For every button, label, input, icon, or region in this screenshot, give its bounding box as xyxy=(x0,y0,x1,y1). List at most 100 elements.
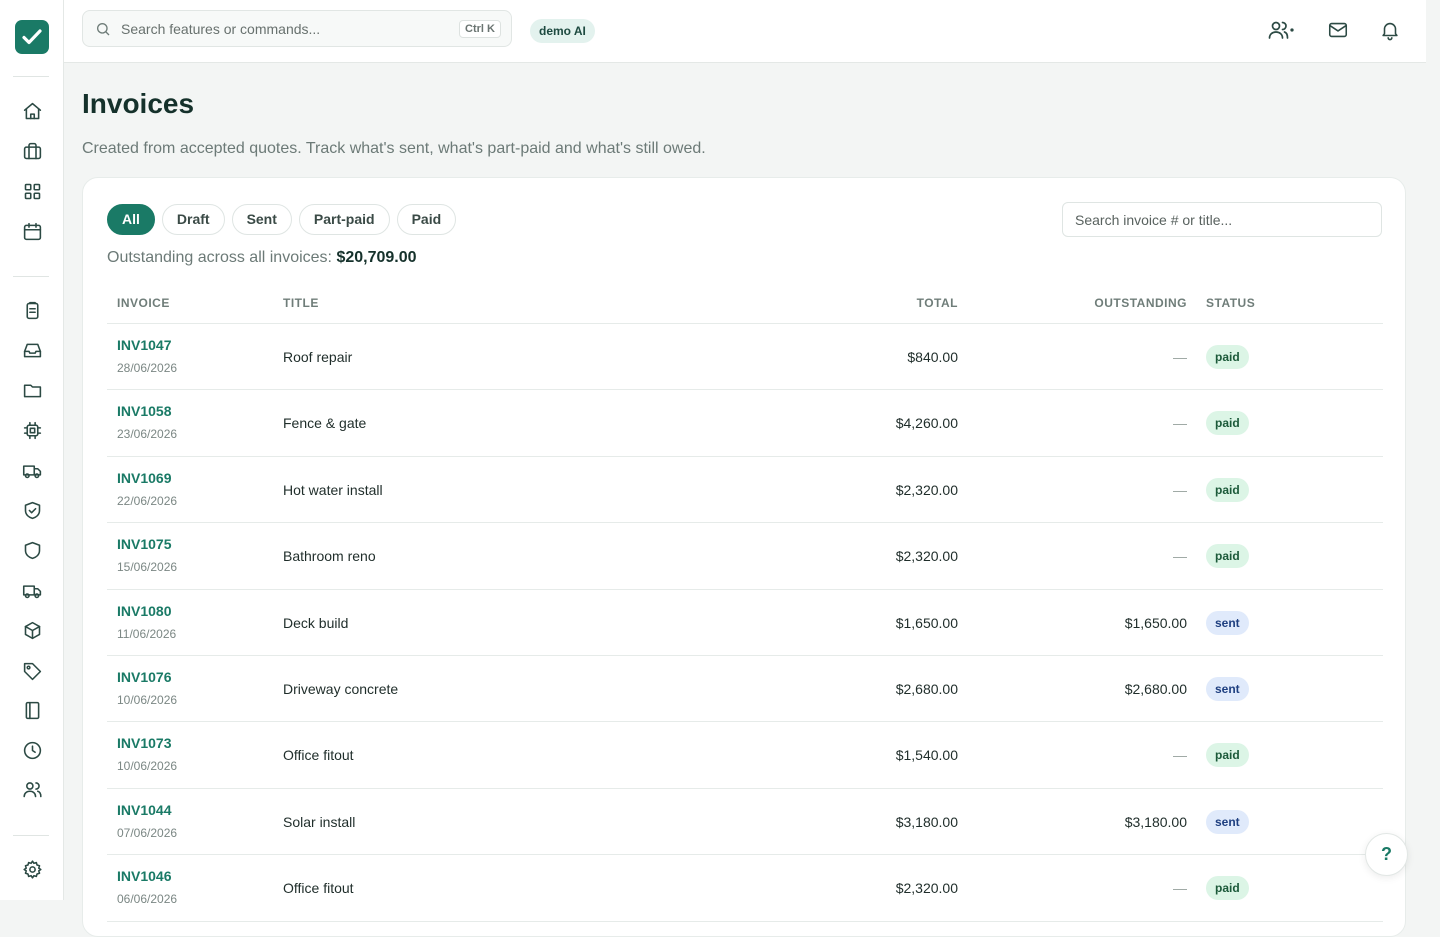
delivery-truck-icon[interactable] xyxy=(20,578,44,602)
calendar-icon[interactable] xyxy=(20,219,44,243)
invoice-outstanding: — xyxy=(1173,349,1187,365)
table-row[interactable]: INV1047 28/06/2026 Roof repair $840.00 — paid xyxy=(107,324,1383,391)
invoice-number[interactable]: INV1075 xyxy=(117,536,171,552)
gear-icon[interactable] xyxy=(20,857,44,881)
app-logo[interactable] xyxy=(15,20,49,54)
table-row[interactable]: INV1076 10/06/2026 Driveway concrete $2,680… xyxy=(107,656,1383,723)
grid-icon[interactable] xyxy=(20,179,44,203)
invoice-number[interactable]: INV1076 xyxy=(117,669,171,685)
invoice-title: Hot water install xyxy=(283,481,383,498)
invoice-outstanding: — xyxy=(1173,747,1187,764)
top-bar: Ctrl K demo AI xyxy=(64,0,1426,63)
invoice-outstanding: $3,180.00 xyxy=(1124,813,1187,830)
briefcase-icon[interactable] xyxy=(20,139,44,163)
invoice-title: Office fitout xyxy=(283,747,354,764)
truck-icon[interactable] xyxy=(20,458,44,482)
invoice-title: Deck build xyxy=(283,614,349,631)
chip-icon[interactable] xyxy=(20,418,44,442)
col-invoice[interactable]: INVOICE xyxy=(117,296,170,310)
status-filters: All Draft Sent Part-paid Paid xyxy=(107,204,457,235)
mail-icon[interactable] xyxy=(1327,19,1349,46)
invoice-date: 11/06/2026 xyxy=(117,626,177,641)
outstanding-summary: Outstanding across all invoices: $20,709… xyxy=(107,249,417,267)
invoice-search-input[interactable] xyxy=(1062,202,1382,237)
check-icon xyxy=(22,29,42,45)
bell-icon[interactable] xyxy=(1379,19,1401,46)
shield-check-icon[interactable] xyxy=(20,498,44,522)
invoice-number[interactable]: INV1058 xyxy=(117,403,171,419)
invoice-date: 10/06/2026 xyxy=(117,692,178,707)
shield-icon[interactable] xyxy=(20,538,44,562)
invoice-number[interactable]: INV1044 xyxy=(117,802,171,818)
sidebar xyxy=(0,0,64,900)
invoice-date: 15/06/2026 xyxy=(117,560,178,575)
status-badge: paid xyxy=(1206,345,1249,369)
filter-draft[interactable]: Draft xyxy=(161,204,225,235)
table-row[interactable]: INV1075 15/06/2026 Bathroom reno $2,320.00 —… xyxy=(107,523,1383,590)
invoice-total: $2,680.00 xyxy=(895,680,958,697)
table-row[interactable]: INV1080 11/06/2026 Deck build $1,650.00 $1,6… xyxy=(107,590,1383,656)
command-search[interactable]: Ctrl K xyxy=(82,10,512,47)
table-row[interactable]: INV1058 23/06/2026 Fence & gate $4,260.00 — p… xyxy=(107,390,1383,457)
invoice-title: Roof repair xyxy=(283,349,353,365)
box-icon[interactable] xyxy=(20,618,44,642)
clipboard-icon[interactable] xyxy=(20,298,44,322)
table-row[interactable]: INV1044 07/06/2026 Solar install $3,180.00 $… xyxy=(107,789,1383,856)
invoice-outstanding: — xyxy=(1173,548,1187,565)
status-badge: paid xyxy=(1206,743,1249,768)
invoice-title: Bathroom reno xyxy=(283,548,376,565)
col-outstanding[interactable]: OUTSTANDING xyxy=(1094,296,1187,310)
invoice-number[interactable]: INV1069 xyxy=(117,470,171,486)
invoice-total: $4,260.00 xyxy=(895,415,958,432)
invoice-date: 06/06/2026 xyxy=(117,892,178,907)
book-icon[interactable] xyxy=(20,698,44,722)
sidebar-divider xyxy=(13,76,49,77)
table-row[interactable]: INV1069 22/06/2026 Hot water install $2,320… xyxy=(107,457,1383,524)
users-icon[interactable] xyxy=(20,777,44,801)
invoice-total: $2,320.00 xyxy=(895,548,958,565)
tag-icon[interactable] xyxy=(20,659,44,683)
shortcut-hint: Ctrl K xyxy=(459,20,501,38)
home-icon[interactable] xyxy=(20,99,44,123)
invoice-number[interactable]: INV1073 xyxy=(117,735,171,751)
invoice-number[interactable]: INV1047 xyxy=(117,337,171,353)
status-badge: sent xyxy=(1206,676,1249,701)
table-row[interactable]: INV1073 10/06/2026 Office fitout $1,540.00 —… xyxy=(107,722,1383,789)
status-badge: paid xyxy=(1206,477,1249,502)
invoices-card: All Draft Sent Part-paid Paid Outstandin… xyxy=(82,177,1406,937)
invoice-outstanding: — xyxy=(1173,415,1187,432)
filter-all[interactable]: All xyxy=(107,204,155,235)
page-subtitle: Created from accepted quotes. Track what… xyxy=(82,140,706,157)
inbox-icon[interactable] xyxy=(20,338,44,362)
col-total[interactable]: TOTAL xyxy=(917,296,958,310)
team-icon[interactable] xyxy=(1267,19,1295,46)
filter-part-paid[interactable]: Part-paid xyxy=(298,204,390,235)
filter-sent[interactable]: Sent xyxy=(231,204,292,235)
invoice-outstanding: $1,650.00 xyxy=(1124,614,1187,631)
invoice-date: 07/06/2026 xyxy=(117,825,178,840)
scrollbar[interactable] xyxy=(1426,0,1440,900)
invoice-outstanding: — xyxy=(1173,880,1187,897)
status-badge: paid xyxy=(1206,544,1249,569)
help-button[interactable]: ? xyxy=(1365,833,1408,876)
invoice-total: $840.00 xyxy=(907,349,958,365)
col-status[interactable]: STATUS xyxy=(1206,296,1255,310)
page-title: Invoices xyxy=(82,88,195,119)
filter-paid[interactable]: Paid xyxy=(396,204,457,235)
table-row[interactable]: INV1046 06/06/2026 Office fitout $2,320.00 —… xyxy=(107,855,1383,922)
invoice-title: Solar install xyxy=(283,813,356,830)
outstanding-amount: $20,709.00 xyxy=(336,249,417,266)
invoice-number[interactable]: INV1080 xyxy=(117,603,171,619)
tenant-badge[interactable]: demo AI xyxy=(530,19,595,43)
folder-icon[interactable] xyxy=(20,378,44,402)
status-badge: sent xyxy=(1206,809,1249,834)
clock-icon[interactable] xyxy=(20,738,44,762)
outstanding-label: Outstanding across all invoices: xyxy=(107,249,332,266)
invoice-total: $2,320.00 xyxy=(895,880,958,897)
invoice-total: $1,650.00 xyxy=(895,614,958,631)
invoice-number[interactable]: INV1046 xyxy=(117,868,171,884)
col-title[interactable]: TITLE xyxy=(283,296,319,310)
table-body: INV1047 28/06/2026 Roof repair $840.00 — paid… xyxy=(107,324,1383,922)
command-search-input[interactable] xyxy=(121,19,441,39)
status-badge: paid xyxy=(1206,876,1249,901)
